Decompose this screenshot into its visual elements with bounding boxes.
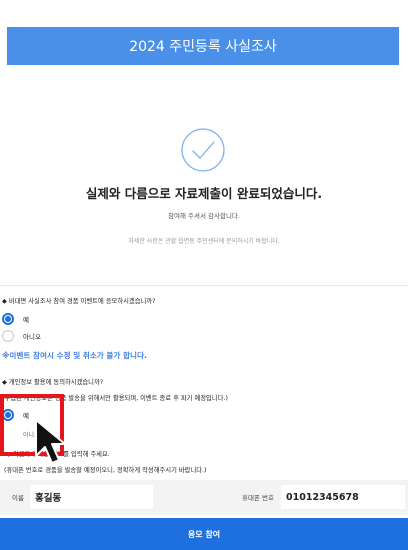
phone-input[interactable]: 01012345678 — [281, 485, 405, 509]
event-notice: ※이벤트 참여시 수정 및 취소가 불가 합니다. — [2, 351, 147, 360]
completion-detail: 자세한 사항은 관할 읍면동 주민센터에 문의하시기 바랍니다. — [128, 238, 280, 245]
radio-unselected-icon[interactable] — [2, 330, 14, 342]
name-label: 이름 — [12, 494, 24, 502]
completion-title: 실제와 다름으로 자료제출이 완료되었습니다. — [85, 186, 323, 201]
event-option-yes-label: 예 — [23, 316, 29, 324]
phone-value: 01012345678 — [286, 491, 359, 503]
privacy-question: ◆ 개인정보 활용에 동의하시겠습니까? — [2, 379, 104, 386]
page-header: 2024 주민등록 사실조사 — [7, 27, 399, 65]
name-value: 홍길동 — [35, 493, 62, 504]
event-option-no-label: 아니오 — [23, 333, 41, 341]
event-option-no[interactable]: 아니오 — [2, 330, 41, 342]
submit-button-label: 응모 참여 — [187, 529, 221, 539]
contact-row: 이름 홍길동 휴대폰 번호 01012345678 — [0, 480, 408, 515]
event-option-yes[interactable]: 예 — [2, 313, 29, 325]
event-question: ◆ 비대면 사실조사 참여 경품 이벤트에 응모하시겠습니까? — [2, 298, 156, 305]
contact-sub: (휴대폰 번호로 경품을 발송할 예정이오니, 정확하게 작성해주시기 바랍니다… — [4, 467, 207, 474]
check-circle-icon — [178, 125, 228, 175]
cursor-arrow-icon — [34, 418, 68, 466]
page-title: 2024 주민등록 사실조사 — [129, 39, 277, 55]
divider — [0, 285, 408, 286]
name-input[interactable]: 홍길동 — [30, 485, 153, 509]
completion-thanks: 참여해 주셔서 감사합니다. — [168, 212, 240, 220]
radio-selected-icon[interactable] — [2, 313, 14, 325]
phone-label: 휴대폰 번호 — [242, 494, 274, 502]
submit-button[interactable]: 응모 참여 — [0, 518, 408, 550]
